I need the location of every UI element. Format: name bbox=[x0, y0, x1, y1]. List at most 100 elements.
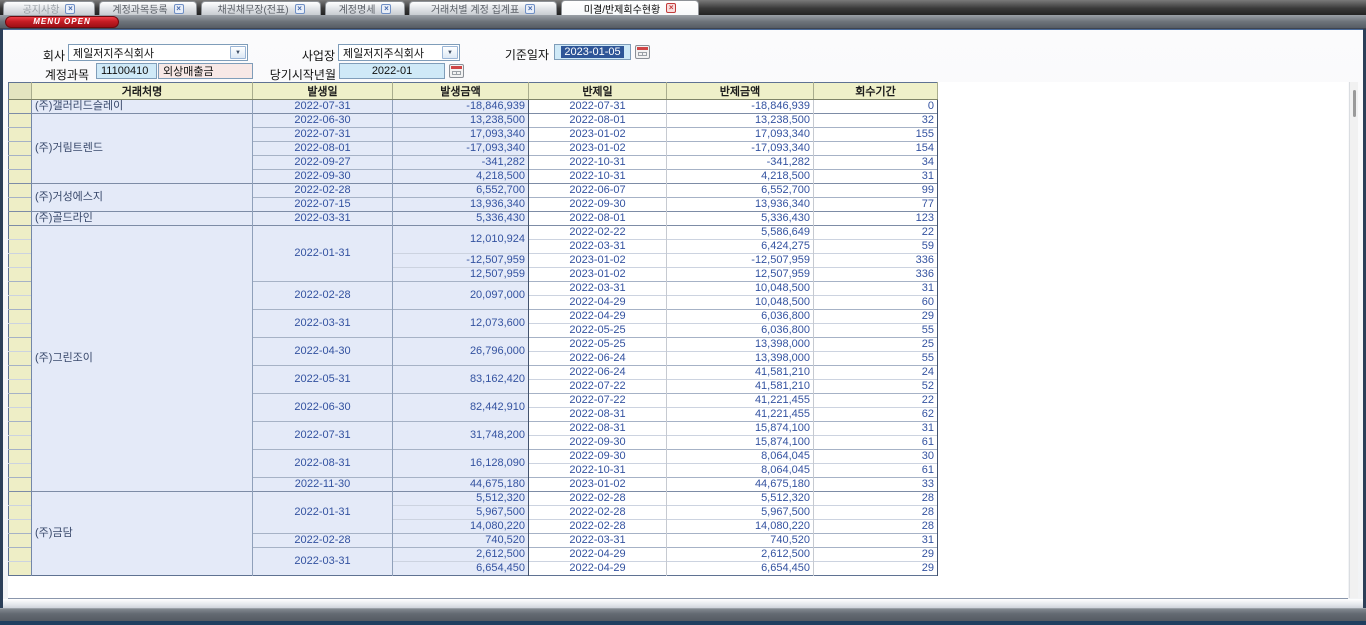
settlement-date-cell[interactable]: 2022-02-28 bbox=[529, 492, 667, 506]
occurrence-date-cell[interactable]: 2022-03-31 bbox=[253, 310, 393, 338]
occurrence-date-cell[interactable]: 2022-11-30 bbox=[253, 478, 393, 492]
collection-days-cell[interactable]: 31 bbox=[814, 170, 938, 184]
settlement-amount-cell[interactable]: 10,048,500 bbox=[667, 296, 814, 310]
site-select[interactable]: 제일저지주식회사 ▼ bbox=[338, 44, 460, 61]
row-selector[interactable] bbox=[9, 198, 32, 212]
collection-days-cell[interactable]: 29 bbox=[814, 548, 938, 562]
settlement-amount-cell[interactable]: 6,424,275 bbox=[667, 240, 814, 254]
settlement-date-cell[interactable]: 2022-06-07 bbox=[529, 184, 667, 198]
settlement-amount-cell[interactable]: 13,398,000 bbox=[667, 352, 814, 366]
row-selector[interactable] bbox=[9, 268, 32, 282]
occurrence-date-cell[interactable]: 2022-02-28 bbox=[253, 184, 393, 198]
occurrence-date-cell[interactable]: 2022-06-30 bbox=[253, 394, 393, 422]
row-selector[interactable] bbox=[9, 338, 32, 352]
settlement-amount-cell[interactable]: 6,036,800 bbox=[667, 310, 814, 324]
col-header-occurrence-date[interactable]: 발생일 bbox=[253, 83, 393, 100]
occurrence-amount-cell[interactable]: 12,507,959 bbox=[393, 268, 529, 282]
collection-days-cell[interactable]: 34 bbox=[814, 156, 938, 170]
settlement-date-cell[interactable]: 2022-10-31 bbox=[529, 170, 667, 184]
collection-days-cell[interactable]: 31 bbox=[814, 282, 938, 296]
settlement-amount-cell[interactable]: 4,218,500 bbox=[667, 170, 814, 184]
settlement-date-cell[interactable]: 2022-04-29 bbox=[529, 548, 667, 562]
settlement-amount-cell[interactable]: 12,507,959 bbox=[667, 268, 814, 282]
collection-days-cell[interactable]: 77 bbox=[814, 198, 938, 212]
row-selector[interactable] bbox=[9, 422, 32, 436]
collection-days-cell[interactable]: 28 bbox=[814, 520, 938, 534]
tab-close-icon[interactable]: × bbox=[525, 4, 535, 14]
occurrence-date-cell[interactable]: 2022-03-31 bbox=[253, 212, 393, 226]
col-header-customer[interactable]: 거래처명 bbox=[32, 83, 253, 100]
vertical-scrollbar-thumb[interactable] bbox=[1353, 90, 1356, 117]
customer-name-cell[interactable]: (주)거성에스지 bbox=[32, 184, 253, 212]
collection-days-cell[interactable]: 0 bbox=[814, 100, 938, 114]
tab-close-icon[interactable]: × bbox=[174, 4, 184, 14]
row-selector[interactable] bbox=[9, 520, 32, 534]
settlement-date-cell[interactable]: 2022-08-01 bbox=[529, 212, 667, 226]
occurrence-amount-cell[interactable]: 82,442,910 bbox=[393, 394, 529, 422]
collection-days-cell[interactable]: 155 bbox=[814, 128, 938, 142]
settlement-amount-cell[interactable]: 5,512,320 bbox=[667, 492, 814, 506]
settlement-date-cell[interactable]: 2022-03-31 bbox=[529, 534, 667, 548]
row-selector[interactable] bbox=[9, 114, 32, 128]
settlement-date-cell[interactable]: 2022-07-22 bbox=[529, 394, 667, 408]
row-selector[interactable] bbox=[9, 436, 32, 450]
collection-days-cell[interactable]: 31 bbox=[814, 422, 938, 436]
occurrence-amount-cell[interactable]: 6,552,700 bbox=[393, 184, 529, 198]
row-selector[interactable] bbox=[9, 310, 32, 324]
settlement-amount-cell[interactable]: 44,675,180 bbox=[667, 478, 814, 492]
row-selector[interactable] bbox=[9, 142, 32, 156]
collection-days-cell[interactable]: 99 bbox=[814, 184, 938, 198]
collection-days-cell[interactable]: 24 bbox=[814, 366, 938, 380]
settlement-amount-cell[interactable]: 17,093,340 bbox=[667, 128, 814, 142]
row-selector[interactable] bbox=[9, 450, 32, 464]
settlement-amount-cell[interactable]: 5,586,649 bbox=[667, 226, 814, 240]
row-selector[interactable] bbox=[9, 394, 32, 408]
settlement-amount-cell[interactable]: 13,238,500 bbox=[667, 114, 814, 128]
settlement-date-cell[interactable]: 2022-09-30 bbox=[529, 436, 667, 450]
tab-close-icon[interactable]: × bbox=[666, 3, 676, 13]
occurrence-amount-cell[interactable]: 17,093,340 bbox=[393, 128, 529, 142]
row-selector[interactable] bbox=[9, 212, 32, 226]
period-start-input[interactable]: 2022-01 bbox=[339, 63, 445, 79]
tab-open-settlement-status[interactable]: 미결/반제회수현황 × bbox=[561, 0, 699, 15]
settlement-amount-cell[interactable]: 5,336,430 bbox=[667, 212, 814, 226]
row-selector[interactable] bbox=[9, 380, 32, 394]
customer-name-cell[interactable]: (주)갤러리드슬레이 bbox=[32, 100, 253, 114]
row-selector[interactable] bbox=[9, 366, 32, 380]
occurrence-date-cell[interactable]: 2022-05-31 bbox=[253, 366, 393, 394]
occurrence-amount-cell[interactable]: 5,336,430 bbox=[393, 212, 529, 226]
settlement-amount-cell[interactable]: 41,581,210 bbox=[667, 366, 814, 380]
settlement-amount-cell[interactable]: 6,654,450 bbox=[667, 562, 814, 576]
occurrence-amount-cell[interactable]: -12,507,959 bbox=[393, 254, 529, 268]
tab-account-register[interactable]: 계정과목등록 × bbox=[99, 1, 197, 15]
settlement-amount-cell[interactable]: 13,398,000 bbox=[667, 338, 814, 352]
settlement-amount-cell[interactable]: 6,036,800 bbox=[667, 324, 814, 338]
tab-customer-summary[interactable]: 거래처별 계정 집계표 × bbox=[409, 1, 557, 15]
row-selector[interactable] bbox=[9, 534, 32, 548]
occurrence-amount-cell[interactable]: 13,238,500 bbox=[393, 114, 529, 128]
customer-name-cell[interactable]: (주)거림트렌드 bbox=[32, 114, 253, 184]
company-select[interactable]: 제일저지주식회사 ▼ bbox=[68, 44, 248, 61]
collection-days-cell[interactable]: 55 bbox=[814, 324, 938, 338]
settlement-date-cell[interactable]: 2022-04-29 bbox=[529, 310, 667, 324]
collection-days-cell[interactable]: 154 bbox=[814, 142, 938, 156]
occurrence-date-cell[interactable]: 2022-07-31 bbox=[253, 422, 393, 450]
settlement-amount-cell[interactable]: 41,221,455 bbox=[667, 408, 814, 422]
collection-days-cell[interactable]: 61 bbox=[814, 436, 938, 450]
occurrence-date-cell[interactable]: 2022-01-31 bbox=[253, 226, 393, 282]
settlement-date-cell[interactable]: 2022-09-30 bbox=[529, 198, 667, 212]
settlement-date-cell[interactable]: 2022-06-24 bbox=[529, 366, 667, 380]
row-selector[interactable] bbox=[9, 128, 32, 142]
settlement-date-cell[interactable]: 2022-04-29 bbox=[529, 562, 667, 576]
account-code-input[interactable]: 11100410 bbox=[96, 63, 157, 79]
occurrence-date-cell[interactable]: 2022-06-30 bbox=[253, 114, 393, 128]
collection-days-cell[interactable]: 60 bbox=[814, 296, 938, 310]
settlement-amount-cell[interactable]: -18,846,939 bbox=[667, 100, 814, 114]
settlement-date-cell[interactable]: 2022-05-25 bbox=[529, 324, 667, 338]
occurrence-amount-cell[interactable]: -17,093,340 bbox=[393, 142, 529, 156]
row-selector[interactable] bbox=[9, 562, 32, 576]
settlement-date-cell[interactable]: 2023-01-02 bbox=[529, 268, 667, 282]
occurrence-amount-cell[interactable]: 4,218,500 bbox=[393, 170, 529, 184]
settlement-date-cell[interactable]: 2022-03-31 bbox=[529, 282, 667, 296]
base-date-input[interactable]: 2023-01-05 bbox=[554, 44, 631, 60]
